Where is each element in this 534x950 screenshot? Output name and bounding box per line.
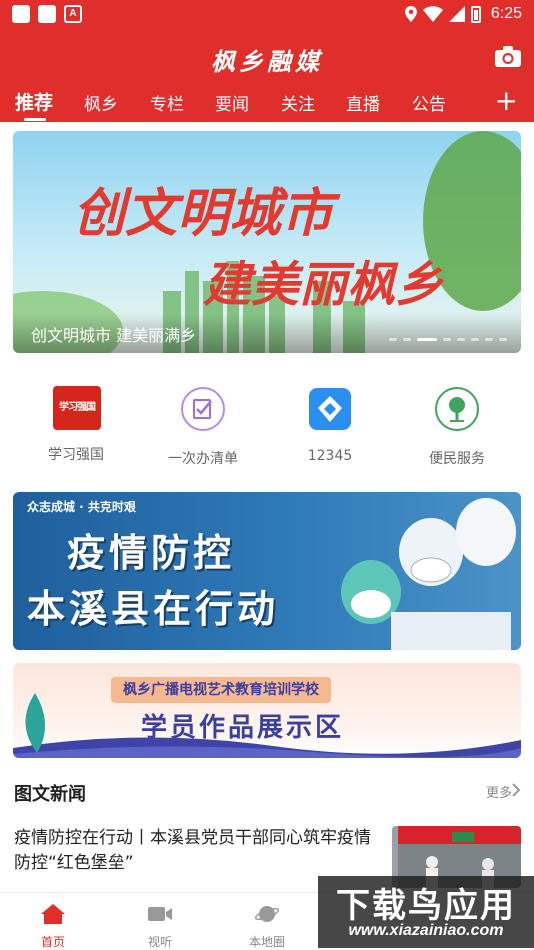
promo-slogan: 众志成城 · 共克时艰 bbox=[27, 500, 136, 514]
news-item-title[interactable]: 疫情防控在行动丨本溪县党员干部同心筑牢疫情防控“红色堡垒” bbox=[14, 826, 384, 876]
app-title: 枫乡融媒 bbox=[211, 47, 323, 76]
signal-icon bbox=[448, 6, 465, 22]
text-notification-icon: A bbox=[64, 5, 82, 23]
home-icon bbox=[41, 904, 65, 924]
status-time: 6:25 bbox=[490, 5, 522, 22]
status-bar: A 6:25 bbox=[0, 0, 534, 28]
tab-fengxiang[interactable]: 枫乡 bbox=[84, 90, 118, 115]
quick-link-label: 12345 bbox=[307, 448, 353, 464]
banner-caption: 创文明城市 建美丽满乡 bbox=[31, 326, 197, 345]
watermark-url: www.xiazainiao.com bbox=[348, 922, 504, 939]
banner-art-line2: 建美丽枫乡 bbox=[203, 257, 445, 313]
nav-local[interactable]: 本地圈 bbox=[227, 903, 307, 950]
tab-column[interactable]: 专栏 bbox=[150, 90, 184, 115]
quick-link-label: 学习强国 bbox=[48, 447, 104, 463]
tab-live[interactable]: 直播 bbox=[346, 90, 380, 115]
quick-link-label: 便民服务 bbox=[429, 451, 485, 467]
quick-link-checklist[interactable]: 一次办清单 bbox=[143, 380, 263, 468]
nav-label: 首页 bbox=[40, 935, 65, 949]
nav-label: 视听 bbox=[147, 935, 172, 949]
planet-icon bbox=[254, 906, 280, 922]
video-icon bbox=[148, 907, 172, 921]
carousel-dot-active bbox=[417, 338, 437, 341]
promo-line2: 本溪县在行动 bbox=[27, 586, 280, 631]
tab-headlines[interactable]: 要闻 bbox=[215, 90, 249, 115]
watermark: 下载鸟应用 www.xiazainiao.com bbox=[318, 876, 534, 948]
hotline-icon bbox=[309, 388, 351, 430]
xuexi-qiangguo-icon: 学习强国 bbox=[53, 386, 101, 432]
carousel-dot bbox=[457, 338, 465, 341]
plus-icon[interactable]: + bbox=[495, 87, 518, 115]
quick-link-hotline[interactable]: 12345 bbox=[270, 380, 390, 464]
checklist-icon bbox=[181, 387, 225, 431]
carousel-dot bbox=[403, 338, 411, 341]
epidemic-promo-banner[interactable]: 众志成城 · 共克时艰 疫情防控 本溪县在行动 bbox=[13, 492, 521, 650]
leaf-decoration bbox=[25, 693, 46, 753]
promo-line1: 疫情防控 bbox=[67, 530, 236, 575]
app-header: A 6:25 枫乡融媒 推荐 枫乡 专栏 要闻 关注 直播 公告 + bbox=[0, 0, 534, 122]
category-tabs: 推荐 枫乡 专栏 要闻 关注 直播 公告 + bbox=[0, 86, 534, 122]
carousel-dot bbox=[485, 338, 493, 341]
section-title: 图文新闻 bbox=[14, 784, 86, 805]
banner-carousel[interactable]: 创文明城市 建美丽枫乡 创文明城市 建美丽满乡 bbox=[13, 131, 521, 353]
xuexi-logo: 学习强国 bbox=[53, 386, 101, 430]
school-promo-banner[interactable]: 枫乡广播电视艺术教育培训学校 学员作品展示区 bbox=[13, 663, 521, 758]
battery-icon bbox=[470, 5, 481, 23]
carousel-dot bbox=[499, 338, 507, 341]
notification-icon bbox=[38, 5, 56, 23]
watermark-title: 下载鸟应用 bbox=[336, 886, 516, 926]
location-icon bbox=[404, 6, 417, 22]
tree-icon bbox=[435, 387, 479, 431]
quick-links: 学习强国 学习强国 一次办清单 12345 便民服务 bbox=[0, 380, 534, 470]
tab-recommend[interactable]: 推荐 bbox=[15, 88, 53, 115]
medical-workers-illustration bbox=[341, 498, 516, 650]
camera-icon[interactable] bbox=[494, 46, 522, 68]
school-name: 枫乡广播电视艺术教育培训学校 bbox=[111, 677, 331, 703]
wifi-icon bbox=[422, 6, 443, 22]
quick-link-xuexi[interactable]: 学习强国 学习强国 bbox=[16, 380, 136, 464]
more-link[interactable]: 更多 bbox=[486, 782, 512, 801]
carousel-dot bbox=[389, 338, 397, 341]
tab-notice[interactable]: 公告 bbox=[412, 90, 446, 115]
active-tab-indicator bbox=[24, 118, 46, 121]
status-right: 6:25 bbox=[404, 3, 522, 25]
carousel-dots bbox=[389, 338, 507, 341]
carousel-dot bbox=[471, 338, 479, 341]
wave-decoration bbox=[13, 737, 521, 758]
carousel-dot bbox=[443, 338, 451, 341]
quick-link-services[interactable]: 便民服务 bbox=[397, 380, 517, 468]
banner-art-line1: 创文明城市 bbox=[73, 183, 341, 244]
nav-home[interactable]: 首页 bbox=[13, 903, 93, 950]
quick-link-label: 一次办清单 bbox=[168, 451, 238, 467]
chevron-right-icon[interactable] bbox=[510, 782, 522, 798]
nav-label: 本地圈 bbox=[248, 935, 285, 949]
tab-follow[interactable]: 关注 bbox=[281, 90, 315, 115]
nav-video[interactable]: 视听 bbox=[120, 903, 200, 950]
notification-icon bbox=[12, 5, 30, 23]
